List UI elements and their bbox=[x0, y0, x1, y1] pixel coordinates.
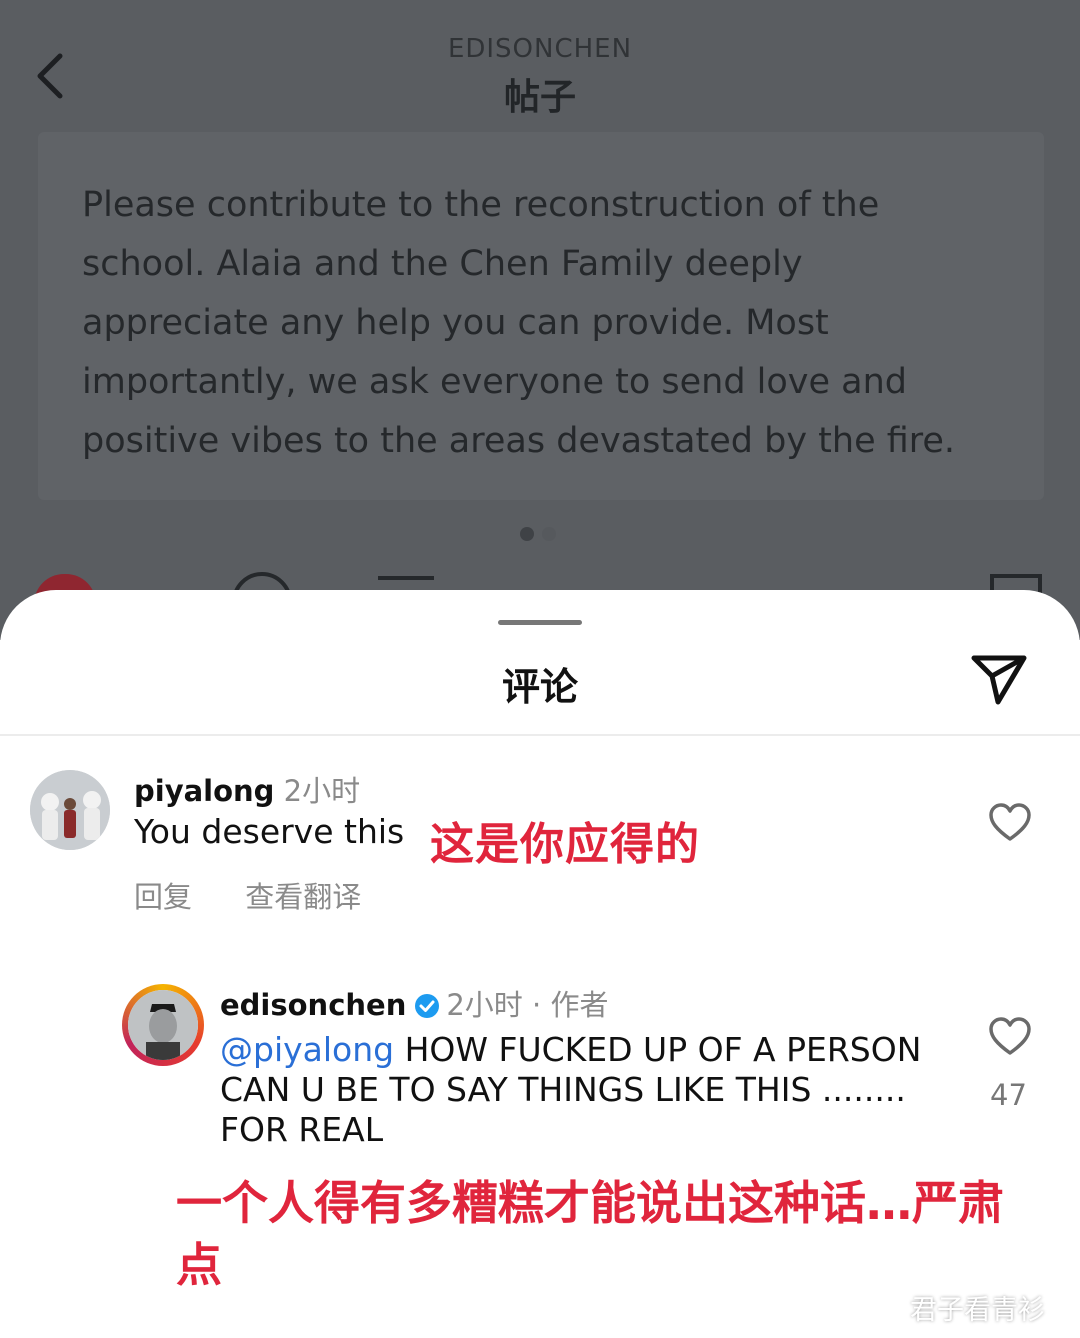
reply-button[interactable]: 回复 bbox=[134, 880, 192, 914]
comment-text: @piyalong HOW FUCKED UP OF A PERSON CAN … bbox=[220, 1030, 950, 1150]
comment-time: 2小时 bbox=[283, 774, 361, 808]
comment-time: 2小时 bbox=[446, 988, 523, 1022]
comment-header: piyalong 2小时 bbox=[134, 768, 360, 810]
like-count: 47 bbox=[990, 1078, 1027, 1112]
divider bbox=[0, 734, 1080, 736]
avatar-photo bbox=[128, 990, 198, 1060]
heart-icon[interactable] bbox=[988, 802, 1032, 842]
comments-title: 评论 bbox=[501, 665, 578, 709]
avatar-photo bbox=[30, 770, 110, 850]
mention-link[interactable]: @piyalong bbox=[220, 1030, 394, 1069]
post-text: Please contribute to the reconstruction … bbox=[82, 185, 956, 461]
comment-username[interactable]: piyalong bbox=[134, 774, 274, 808]
comment-actions: 回复 查看翻译 bbox=[134, 874, 405, 916]
annotation-text: 这是你应得的 bbox=[430, 819, 700, 870]
verified-icon bbox=[415, 994, 440, 1018]
send-icon[interactable] bbox=[378, 576, 434, 590]
post-author: EDISONCHEN bbox=[447, 34, 633, 64]
share-icon[interactable] bbox=[968, 650, 1030, 708]
avatar[interactable] bbox=[30, 770, 110, 850]
sheet-drag-handle[interactable] bbox=[498, 620, 582, 625]
comment-text: You deserve this bbox=[134, 812, 405, 851]
comment-header: edisonchen 2小时 · 作者 bbox=[220, 982, 608, 1024]
carousel-dot bbox=[542, 527, 556, 541]
author-tag: · 作者 bbox=[532, 988, 609, 1022]
translate-button[interactable]: 查看翻译 bbox=[245, 880, 361, 914]
page-title: 帖子 bbox=[503, 77, 576, 118]
heart-icon[interactable] bbox=[988, 1016, 1032, 1056]
watermark: 君子看青衫 bbox=[910, 1295, 1045, 1326]
carousel-dot-active bbox=[520, 527, 534, 541]
comment-username[interactable]: edisonchen bbox=[220, 988, 406, 1022]
annotation-text: 一个人得有多糟糕才能说出这种话…严肃点 bbox=[176, 1176, 1004, 1292]
avatar[interactable] bbox=[128, 990, 198, 1060]
carousel-indicator bbox=[520, 526, 564, 545]
